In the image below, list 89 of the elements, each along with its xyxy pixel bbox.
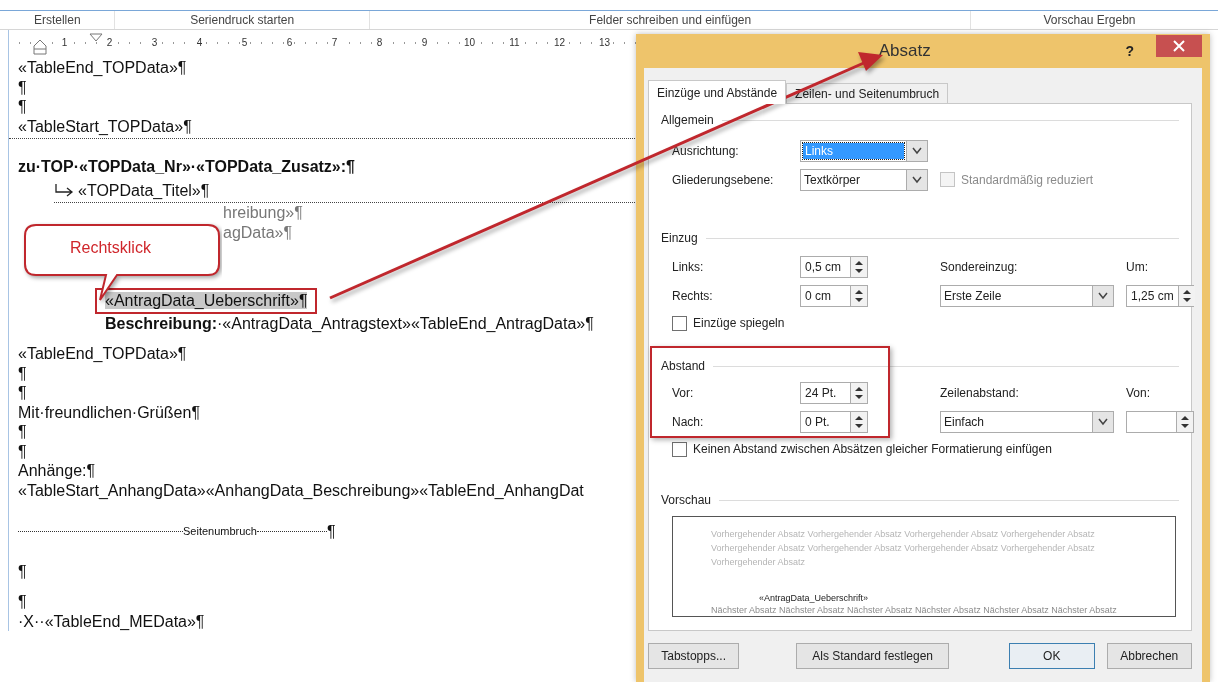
ruler-number: 5 (239, 37, 250, 48)
field-label: Vor: (672, 385, 694, 400)
document-line: ¶ (18, 77, 28, 97)
preview-text: Nächster Absatz Nächster Absatz Nächster Absatz Nächster Absatz Nächster Absatz Nächster Absatz (711, 605, 1118, 615)
tab[interactable]: Zeilen- und Seitenumbruch (786, 83, 949, 103)
chevron-down-icon (911, 146, 923, 155)
field-label: Zeilenabstand: (940, 385, 1019, 400)
document-line: Mit·freundlichen·Grüßen¶ (18, 402, 201, 422)
preview-text: Vorhergehender Absatz Vorhergehender Absatz Vorhergehender Absatz Vorhergehender Absatz (711, 542, 1096, 555)
document-line: zu·TOP·«TOPData_Nr»·«TOPData_Zusatz»:¶ (18, 157, 356, 177)
tab[interactable]: Einzüge und Abstände (648, 80, 787, 104)
callout-text: Rechtsklick (70, 239, 151, 257)
field-label: Gliederungsebene: (672, 172, 774, 187)
field-label: Nach: (672, 414, 704, 429)
document-line: «TOPData_Titel»¶ (78, 180, 210, 200)
indent-marker-icon[interactable] (33, 39, 47, 55)
ruler-number: 12 (551, 37, 568, 48)
ruler-number: 7 (329, 37, 340, 48)
document-line: hreibung»¶ (222, 203, 304, 223)
field-label: Links: (672, 259, 704, 274)
ruler-number: 4 (194, 37, 205, 48)
section-title: Einzug (661, 231, 698, 245)
document-line: «TableEnd_TOPData»¶ (18, 58, 188, 78)
ruler-number: 1 (59, 37, 70, 48)
field-label: Ausrichtung: (672, 143, 739, 158)
document-line: ¶ (18, 383, 28, 403)
ribbon-group-label: Felder schreiben und einfügen (369, 11, 972, 29)
ruler-number: 8 (374, 37, 385, 48)
document-line: ¶ (18, 441, 28, 461)
field-label: Rechts: (672, 288, 713, 303)
section-title: Abstand (661, 359, 706, 373)
field-label: Um: (1126, 259, 1148, 274)
pilcrow: ¶ (327, 522, 336, 542)
ruler-number: 13 (596, 37, 613, 48)
preview-sample: «AntragData_Ueberschrift» (759, 592, 870, 605)
dialog-button[interactable]: OK (1009, 643, 1095, 669)
ribbon-group-label: Vorschau Ergebn (1042, 12, 1137, 29)
field-label: Von: (1126, 385, 1151, 400)
ribbon-group-label: Erstellen (0, 11, 116, 29)
chevron-down-icon (911, 175, 923, 184)
dropdown[interactable]: Textkörper (800, 168, 928, 191)
document-line: ¶ (18, 363, 28, 383)
document-line: agData»¶ (222, 222, 294, 242)
spin-field[interactable]: 0 Pt. (800, 410, 868, 433)
document-line: ¶ (18, 592, 28, 612)
section-title: Vorschau (661, 493, 712, 507)
document-line: «TableStart_AnhangData»«AnhangData_Beschreibung»«TableEnd_AnhangDat (18, 480, 585, 500)
ruler-number: 9 (419, 37, 430, 48)
spin-field[interactable] (1126, 410, 1194, 433)
checkbox-label: Keinen Abstand zwischen Absätzen gleicher Formatierung einfügen (693, 442, 1052, 456)
ruler-number: 2 (104, 37, 115, 48)
document-line: «TableEnd_TOPData»¶ (18, 344, 188, 364)
checkbox-label: Einzüge spiegeln (693, 316, 785, 330)
dialog-button[interactable]: Als Standard festlegen (796, 643, 950, 669)
document-line: ¶ (18, 561, 28, 581)
help-button[interactable]: ? (1125, 43, 1134, 59)
document-line: ·X··«TableEnd_MEData»¶ (18, 611, 206, 631)
document-line: ¶ (18, 97, 28, 117)
checkbox[interactable] (672, 441, 687, 457)
section-title: Allgemein (661, 113, 714, 127)
field-label: Sondereinzug: (940, 259, 1018, 274)
dialog-title: Absatz (877, 41, 932, 61)
spin-field[interactable]: 24 Pt. (800, 381, 868, 404)
checkbox[interactable] (672, 315, 687, 331)
dropdown[interactable]: Erste Zeile (940, 284, 1114, 307)
dropdown[interactable]: Einfach (940, 410, 1114, 433)
spin-field[interactable]: 0,5 cm (800, 255, 868, 278)
ruler-number: 3 (149, 37, 160, 48)
chevron-down-icon (1097, 417, 1109, 426)
ruler-number: 6 (284, 37, 295, 48)
selected-field-text: «AntragData_Ueberschrift»¶ (105, 292, 308, 309)
ruler-number: 10 (461, 37, 478, 48)
checkbox-label: Standardmäßig reduziert (961, 172, 1094, 187)
document-line: Beschreibung:·«AntragData_Antragstext»«TableEnd_AntragData»¶ (104, 313, 595, 333)
indent-marker-icon[interactable] (89, 33, 103, 42)
chevron-down-icon (1097, 291, 1109, 300)
preview-text: Vorhergehender Absatz (711, 556, 807, 569)
ribbon-group-label: Seriendruck starten (115, 11, 370, 29)
close-button[interactable] (1156, 35, 1202, 57)
document-line: ¶ (18, 422, 28, 442)
spin-field[interactable]: 1,25 cm (1126, 284, 1194, 307)
document-line: Anhänge:¶ (18, 461, 97, 481)
ruler-number: 11 (507, 37, 522, 48)
page-break-label: Seitenumbruch (183, 524, 257, 539)
spin-field[interactable]: 0 cm (800, 284, 868, 307)
preview-text: Vorhergehender Absatz Vorhergehender Absatz Vorhergehender Absatz Vorhergehender Absatz (711, 528, 1096, 541)
dialog-button[interactable]: Tabstopps... (648, 643, 740, 669)
dialog-button[interactable]: Abbrechen (1106, 643, 1192, 669)
close-icon (1173, 40, 1185, 52)
